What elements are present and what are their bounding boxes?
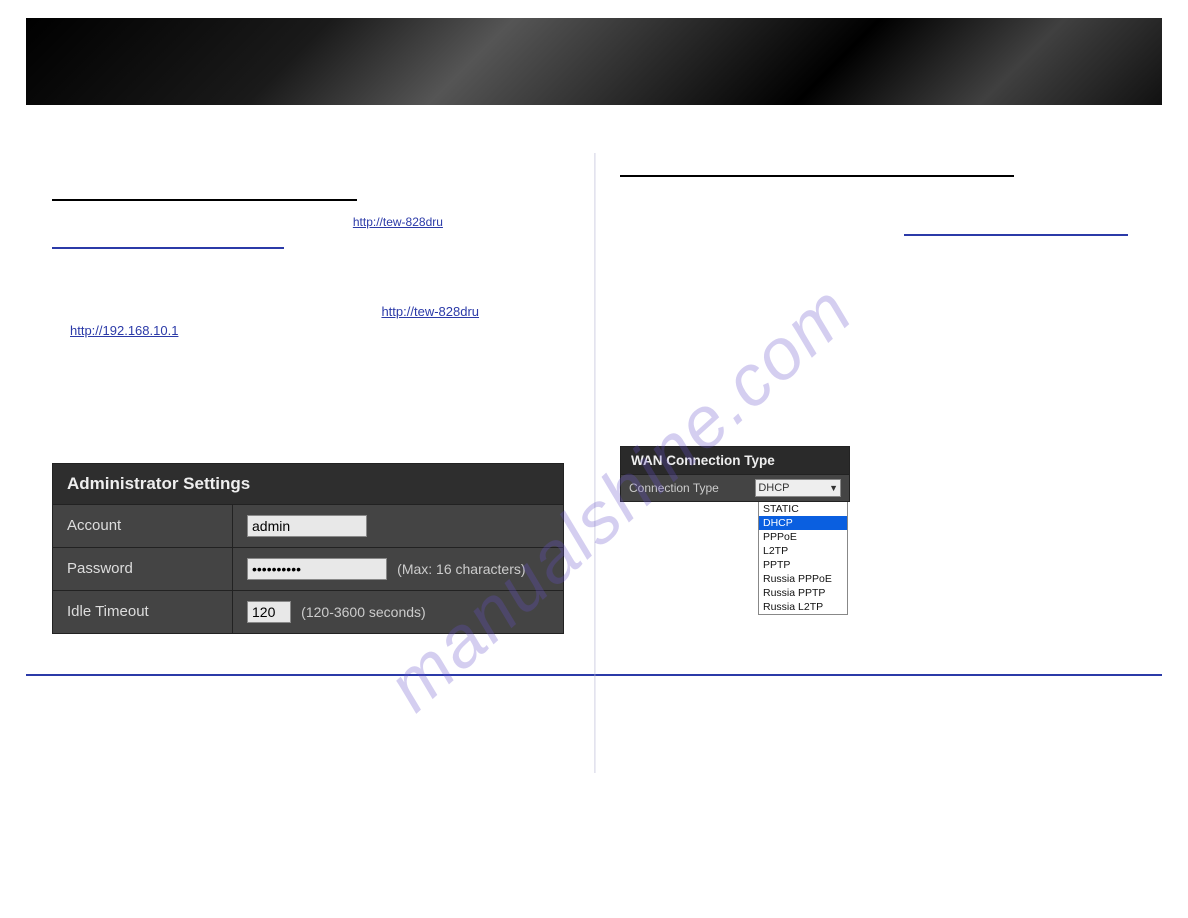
right-step-6: To save changes, click Apply .	[638, 389, 1136, 408]
wan-option-pptp[interactable]: PPTP	[759, 558, 847, 572]
admin-idle-input[interactable]	[247, 601, 291, 623]
admin-settings-title: Administrator Settings	[53, 463, 564, 504]
footer-copyright: © Copyright 2016 TRENDnet. All Rights Re…	[30, 680, 277, 692]
right-steps: Log into your router management page (se…	[638, 217, 1136, 408]
wan-option-russia-l2tp[interactable]: Russia L2TP	[759, 600, 847, 614]
link-ip-2[interactable]: http://192.168.10.1	[70, 323, 178, 338]
footer-page-number: 19	[1146, 680, 1158, 692]
left-heading-main: Advanced Router Setup	[52, 153, 568, 173]
wan-option-l2tp[interactable]: L2TP	[759, 544, 847, 558]
right-step-4: Complete the fields required by your ISP…	[638, 335, 1136, 354]
admin-idle-cell: (120-3600 seconds)	[233, 590, 564, 633]
chevron-down-icon: ▼	[829, 483, 838, 493]
link-access-router[interactable]: Access your router management page	[638, 237, 858, 252]
admin-password-hint: (Max: 16 characters)	[397, 561, 525, 577]
right-heading: Manual Internet Connection Setup	[620, 153, 1136, 171]
wan-option-russia-pptp[interactable]: Russia PPTP	[759, 586, 847, 600]
left-steps: Open your web browser and go to URL/doma…	[70, 303, 568, 443]
wan-connection-title: WAN Connection Type	[621, 447, 849, 475]
admin-password-label: Password	[53, 547, 233, 590]
admin-password-cell: (Max: 16 characters)	[233, 547, 564, 590]
wan-connection-label: Connection Type	[629, 481, 755, 495]
right-column: Manual Internet Connection Setup Network…	[594, 153, 1162, 634]
right-nav: Network > WAN Setting	[620, 189, 1136, 207]
left-intro: Note: Your router management page URL/do…	[52, 213, 568, 285]
right-heading-underline	[620, 175, 1014, 177]
left-column: Advanced Router Setup Access your router…	[26, 153, 594, 634]
link-domain[interactable]: http://tew-828dru	[353, 215, 443, 229]
wan-option-russia-pppoe[interactable]: Russia PPPoE	[759, 572, 847, 586]
link-domain-2[interactable]: http://tew-828dru	[381, 304, 479, 319]
wan-connection-panel: WAN Connection Type Connection Type DHCP…	[620, 446, 850, 502]
admin-password-input[interactable]	[247, 558, 387, 580]
wan-selected-value: DHCP	[758, 482, 789, 494]
left-step-2: For added security, the router is precon…	[70, 349, 568, 443]
admin-settings-panel: Administrator Settings Account Password …	[52, 463, 568, 634]
wan-option-dhcp[interactable]: DHCP	[759, 516, 847, 530]
wan-option-static[interactable]: STATIC	[759, 502, 847, 516]
header-banner: TRENDnet User's Guide TEW-828DRU	[26, 18, 1162, 105]
admin-account-label: Account	[53, 504, 233, 547]
wan-connection-select[interactable]: DHCP ▼	[755, 479, 841, 497]
link-ip-underline	[52, 237, 284, 249]
model-text: TEW-828DRU	[1059, 25, 1142, 40]
admin-idle-hint: (120-3600 seconds)	[301, 604, 426, 620]
left-heading-underline	[52, 199, 357, 201]
admin-idle-label: Idle Timeout	[53, 590, 233, 633]
right-step-3: In WAN Connection Type drop-down list, c…	[638, 290, 1136, 328]
left-step-1: Open your web browser and go to URL/doma…	[70, 303, 568, 341]
left-heading-sub: Access your router management page	[52, 179, 568, 195]
right-step-2: Click on Network and click on WAN Settin…	[638, 263, 1136, 282]
brand-text: TRENDnet User's Guide	[26, 18, 1162, 53]
wan-connection-dropdown[interactable]: STATIC DHCP PPPoE L2TP PPTP Russia PPPoE…	[758, 502, 848, 615]
right-step-1: Log into your router management page (se…	[638, 217, 1136, 255]
wan-option-pppoe[interactable]: PPPoE	[759, 530, 847, 544]
right-step-5: Complete the optional settings only if r…	[638, 362, 1136, 381]
right-step1-underline	[904, 224, 1128, 236]
admin-account-input[interactable]	[247, 515, 367, 537]
right-note: Note: If you are unsure which Internet c…	[620, 418, 1136, 436]
admin-account-cell	[233, 504, 564, 547]
